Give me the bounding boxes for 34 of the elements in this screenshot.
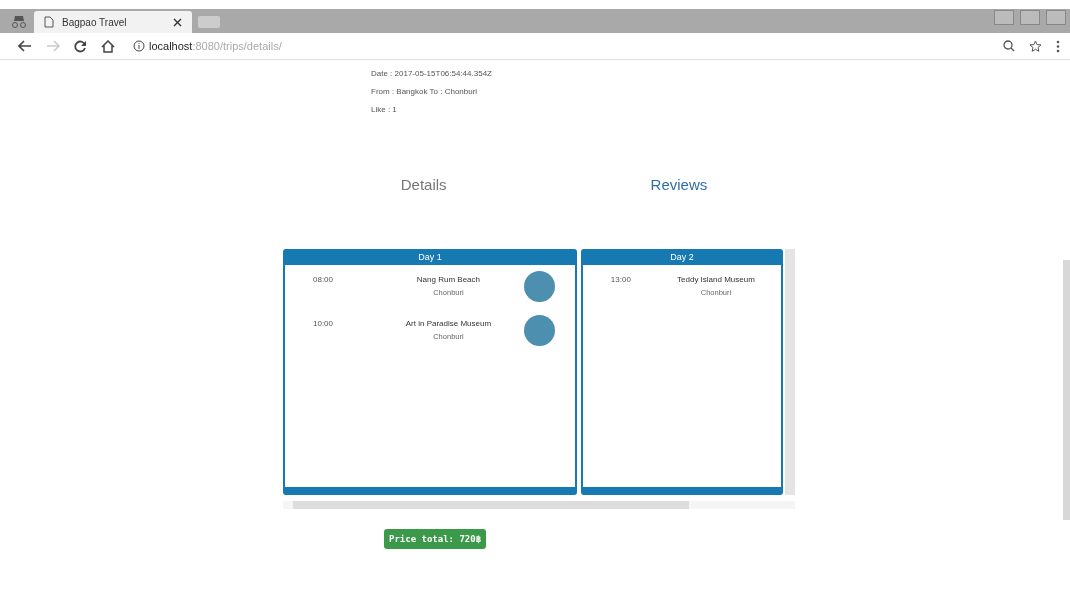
place-name: Art in Paradise Museum: [405, 319, 492, 328]
close-icon[interactable]: [173, 17, 182, 27]
horizontal-scrollbar[interactable]: [283, 501, 795, 509]
menu-icon[interactable]: [1056, 39, 1060, 53]
section-tab[interactable]: Details: [400, 176, 447, 193]
price-total-badge: Price total: 720฿: [384, 529, 487, 549]
url-host: localhost: [149, 40, 193, 52]
place-name: Nang Rum Beach: [416, 275, 480, 284]
vertical-scrollbar[interactable]: [785, 249, 795, 495]
address-bar[interactable]: localhost:8080/trips/details/: [129, 36, 989, 56]
home-icon[interactable]: [101, 39, 115, 53]
reload-icon[interactable]: [74, 39, 87, 53]
tab-title: Bagpao Travel: [62, 16, 128, 28]
stop-time: 13:00: [610, 274, 632, 284]
star-icon[interactable]: [1029, 39, 1042, 53]
stop-time: 10:00: [313, 318, 335, 328]
section-tab[interactable]: Reviews: [650, 176, 708, 193]
url-path: :8080/trips/details/: [192, 40, 282, 52]
trip-info-line: Like : 1: [371, 104, 398, 116]
browser-tab[interactable]: Bagpao Travel: [34, 11, 192, 33]
trip-info-line: Date : 2017-05-15T06:54:44.354Z: [371, 68, 493, 80]
search-icon[interactable]: [1003, 40, 1015, 52]
day-title: Day 1: [285, 249, 575, 265]
incognito-icon: [10, 14, 28, 28]
new-tab-button[interactable]: [198, 16, 220, 28]
day-title: Day 2: [582, 249, 782, 265]
page-scrollbar[interactable]: [1063, 260, 1070, 520]
back-icon[interactable]: [18, 40, 32, 52]
place-name: Teddy Island Museum: [677, 275, 755, 284]
info-icon: [133, 40, 145, 52]
stop-time: 08:00: [313, 274, 335, 284]
trip-info-line: From : Bangkok To : Chonburi: [371, 86, 479, 98]
forward-icon[interactable]: [46, 40, 60, 52]
page-icon: [44, 16, 54, 28]
